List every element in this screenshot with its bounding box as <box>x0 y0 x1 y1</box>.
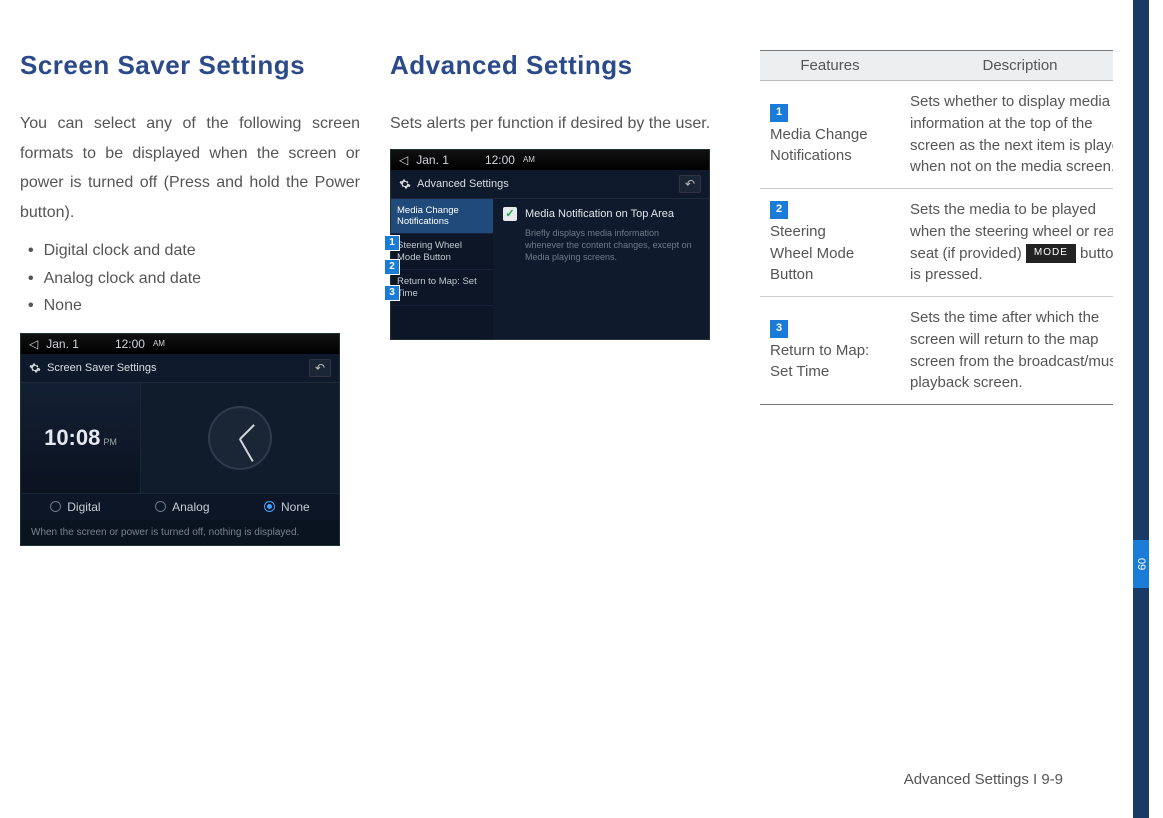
home-icon: ◁ <box>399 153 408 167</box>
screenshot-title: Screen Saver Settings <box>47 362 156 374</box>
screen-saver-intro: You can select any of the following scre… <box>20 109 360 227</box>
screenshot-screen-saver: ◁ Jan. 1 12:00 AM Screen Saver Settings … <box>20 333 340 546</box>
feature-description: Sets whether to display media informatio… <box>900 81 1140 189</box>
advanced-heading: Advanced Settings <box>390 50 730 81</box>
feature-label: Media Change Notifications <box>770 124 870 168</box>
page-footer: Advanced Settings I 9-9 <box>904 771 1063 788</box>
gear-icon <box>399 178 411 190</box>
th-description: Description <box>900 51 1140 81</box>
checkbox-label: Media Notification on Top Area <box>525 208 674 220</box>
radio-icon <box>264 501 275 512</box>
callout-3: 3 <box>384 285 400 301</box>
option-analog[interactable]: Analog <box>155 500 209 514</box>
bullet-digital: Digital clock and date <box>28 237 360 264</box>
digital-suffix: PM <box>103 437 117 447</box>
callout-1: 1 <box>384 235 400 251</box>
sidebar-item-steering-wheel[interactable]: Steering Wheel Mode Button <box>391 234 493 270</box>
side-tab: 09 <box>1113 0 1163 818</box>
option-digital[interactable]: Digital <box>50 500 100 514</box>
checkbox-description: Briefly displays media information whene… <box>503 227 699 263</box>
feature-description: Sets the media to be played when the ste… <box>900 189 1140 297</box>
digital-time: 10:08 <box>44 425 100 450</box>
status-date: Jan. 1 <box>46 337 79 351</box>
sidebar-item-media-change[interactable]: Media Change Notifications <box>391 199 493 235</box>
home-icon: ◁ <box>29 337 38 351</box>
screenshot-note: When the screen or power is turned off, … <box>21 520 339 545</box>
table-row: 2 Steering Wheel Mode Button Sets the me… <box>760 189 1140 297</box>
features-table: Features Description 1 Media Change Noti… <box>760 50 1140 405</box>
mode-button-graphic: MODE <box>1026 244 1076 263</box>
radio-icon <box>50 501 61 512</box>
table-row: 1 Media Change Notifications Sets whethe… <box>760 81 1140 189</box>
bullet-analog: Analog clock and date <box>28 265 360 292</box>
feature-number-badge: 1 <box>770 104 788 122</box>
option-digital-label: Digital <box>67 500 100 514</box>
screen-saver-bullets: Digital clock and date Analog clock and … <box>20 237 360 319</box>
table-row: 3 Return to Map: Set Time Sets the time … <box>760 297 1140 405</box>
status-date: Jan. 1 <box>416 153 449 167</box>
back-button[interactable]: ↶ <box>679 175 701 193</box>
bullet-none: None <box>28 292 360 319</box>
chapter-tab: 09 <box>1133 540 1149 588</box>
checkbox-icon: ✓ <box>503 207 517 221</box>
status-time: 12:00 <box>485 153 515 167</box>
callout-2: 2 <box>384 259 400 275</box>
option-none-label: None <box>281 500 310 514</box>
screenshot-title: Advanced Settings <box>417 178 509 190</box>
gear-icon <box>29 362 41 374</box>
analog-clock-icon <box>208 406 272 470</box>
back-button[interactable]: ↶ <box>309 359 331 377</box>
feature-label: Return to Map: Set Time <box>770 340 870 384</box>
advanced-intro: Sets alerts per function if desired by t… <box>390 109 730 139</box>
feature-description: Sets the time after which the screen wil… <box>900 297 1140 405</box>
status-ampm: AM <box>153 339 165 348</box>
feature-label: Steering Wheel Mode Button <box>770 221 870 286</box>
sidebar-item-return-map[interactable]: Return to Map: Set Time <box>391 270 493 306</box>
radio-icon <box>155 501 166 512</box>
status-ampm: AM <box>523 155 535 164</box>
option-none[interactable]: None <box>264 500 310 514</box>
screenshot-advanced: ◁ Jan. 1 12:00 AM Advanced Settings ↶ <box>390 149 710 340</box>
feature-number-badge: 3 <box>770 320 788 338</box>
checkbox-media-notification[interactable]: ✓ Media Notification on Top Area <box>503 207 699 221</box>
feature-number-badge: 2 <box>770 201 788 219</box>
status-time: 12:00 <box>115 337 145 351</box>
option-analog-label: Analog <box>172 500 209 514</box>
screen-saver-heading: Screen Saver Settings <box>20 50 360 81</box>
th-features: Features <box>760 51 900 81</box>
